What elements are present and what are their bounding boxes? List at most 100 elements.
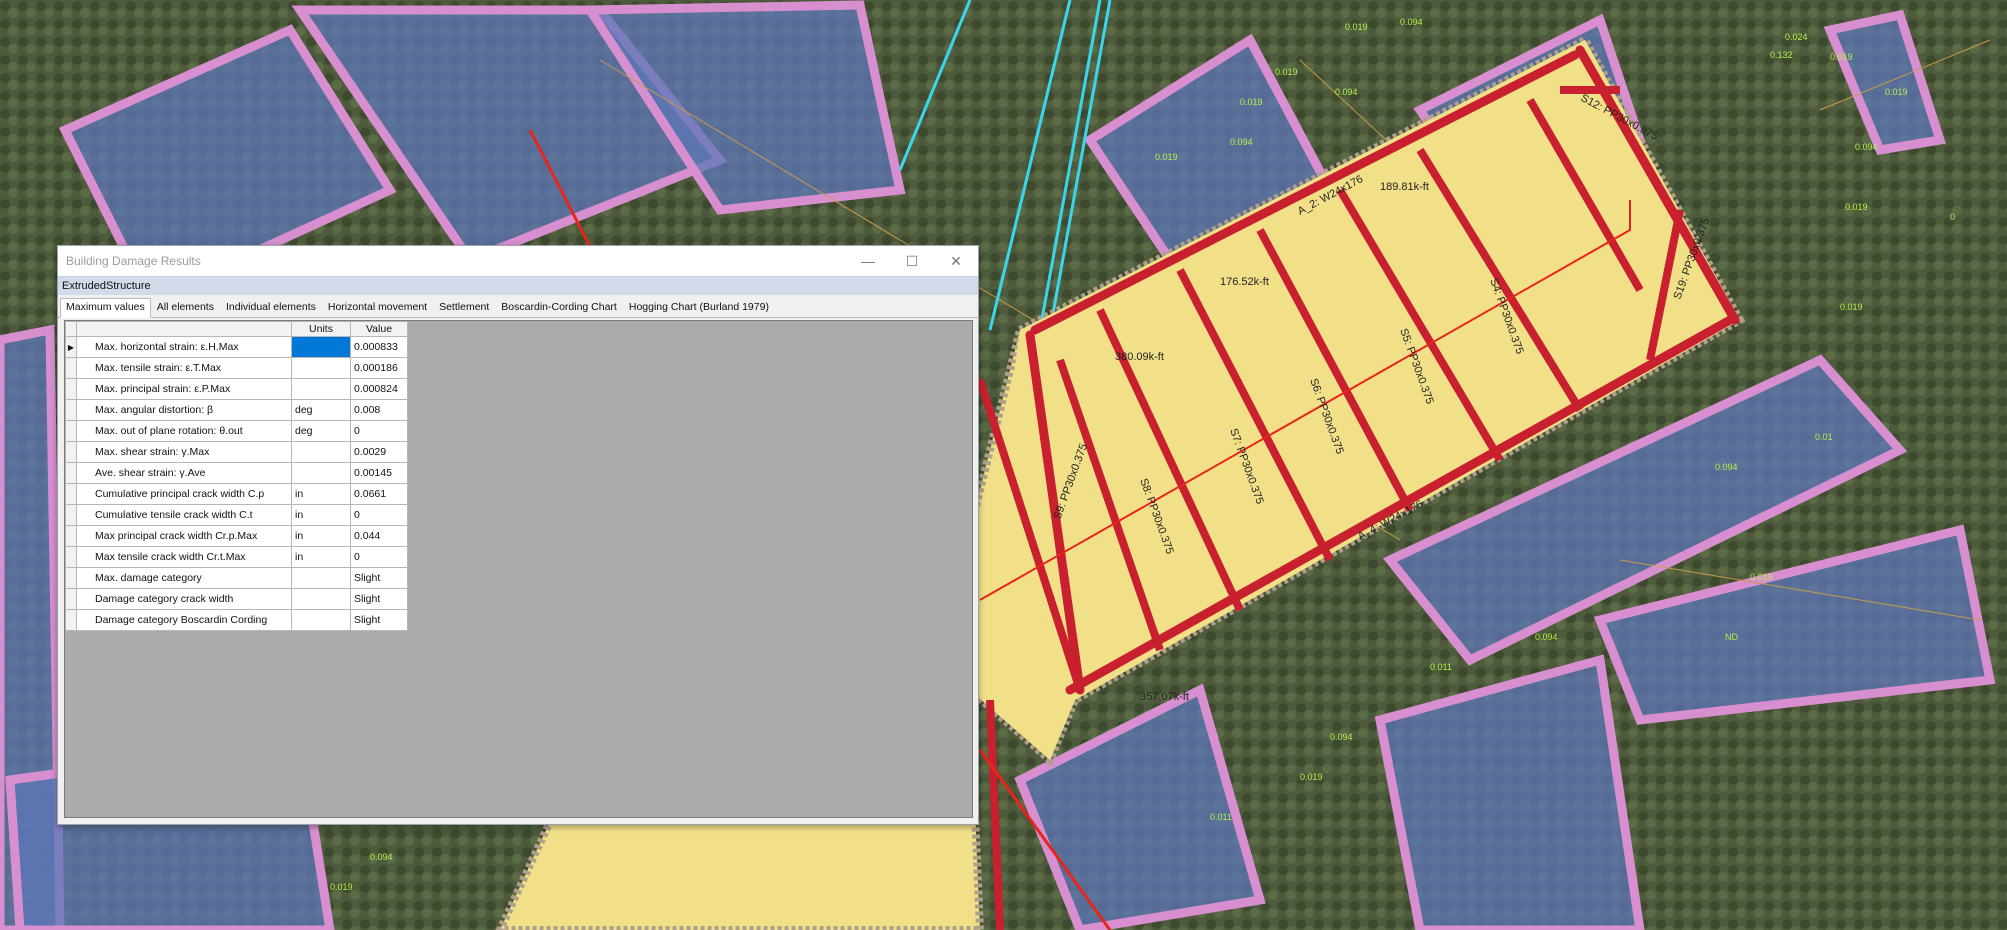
row-header[interactable] — [65, 441, 77, 463]
row-label: Max. tensile strain: ε.T.Max — [76, 357, 292, 379]
row-header[interactable] — [65, 420, 77, 442]
row-units[interactable] — [291, 378, 351, 400]
force-label: 176.52k-ft — [1220, 276, 1269, 288]
row-header[interactable] — [65, 462, 77, 484]
close-button[interactable]: ✕ — [934, 246, 978, 276]
row-value[interactable]: 0.000833 — [350, 336, 408, 358]
row-label: Max. principal strain: ε.P.Max — [76, 378, 292, 400]
value-column-header[interactable]: Value — [350, 321, 408, 337]
table-row[interactable]: Ave. shear strain: γ.Ave 0.00145 — [65, 462, 408, 484]
table-row[interactable]: Max. out of plane rotation: θ.out deg 0 — [65, 420, 408, 442]
row-units[interactable]: in — [291, 504, 351, 526]
row-value[interactable]: Slight — [350, 567, 408, 589]
tab-individual-elements[interactable]: Individual elements — [220, 298, 322, 317]
minimize-button[interactable]: — — [846, 246, 890, 276]
building-damage-results-window: Building Damage Results — ☐ ✕ ExtrudedSt… — [57, 245, 979, 825]
row-label: Max tensile crack width Cr.t.Max — [76, 546, 292, 568]
row-value[interactable]: 0.0661 — [350, 483, 408, 505]
table-row[interactable]: Max. tensile strain: ε.T.Max 0.000186 — [65, 357, 408, 379]
force-label: 380.09k-ft — [1115, 351, 1164, 363]
row-units[interactable] — [291, 357, 351, 379]
svg-text:0.094: 0.094 — [1400, 17, 1423, 27]
table-row[interactable]: Max tensile crack width Cr.t.Max in 0 — [65, 546, 408, 568]
table-row[interactable]: ▶ Max. horizontal strain: ε.H.Max 0.0008… — [65, 336, 408, 358]
tab-boscardin-cording-chart[interactable]: Boscardin-Cording Chart — [495, 298, 623, 317]
row-units[interactable]: deg — [291, 420, 351, 442]
row-value[interactable]: 0.000186 — [350, 357, 408, 379]
table-header-row: Units Value — [65, 321, 408, 337]
tab-horizontal-movement[interactable]: Horizontal movement — [322, 298, 433, 317]
row-units[interactable]: in — [291, 525, 351, 547]
row-units[interactable]: in — [291, 483, 351, 505]
row-value[interactable]: 0.00145 — [350, 462, 408, 484]
table-row[interactable]: Cumulative tensile crack width C.t in 0 — [65, 504, 408, 526]
row-units[interactable] — [291, 441, 351, 463]
row-label: Cumulative principal crack width C.p — [76, 483, 292, 505]
force-label: 189.81k-ft — [1380, 181, 1429, 193]
row-value[interactable]: Slight — [350, 588, 408, 610]
row-value[interactable]: 0.008 — [350, 399, 408, 421]
row-value[interactable]: Slight — [350, 609, 408, 631]
current-row-indicator[interactable]: ▶ — [65, 336, 77, 358]
row-label: Damage category Boscardin Cording — [76, 609, 292, 631]
tab-all-elements[interactable]: All elements — [151, 298, 220, 317]
table-row[interactable]: Damage category Boscardin Cording Slight — [65, 609, 408, 631]
row-label: Ave. shear strain: γ.Ave — [76, 462, 292, 484]
row-value[interactable]: 0.044 — [350, 525, 408, 547]
row-value[interactable]: 0 — [350, 504, 408, 526]
results-grid-area: Units Value ▶ Max. horizontal strain: ε.… — [64, 320, 973, 818]
svg-text:0.019: 0.019 — [1345, 22, 1368, 32]
row-units[interactable]: deg — [291, 399, 351, 421]
row-header[interactable] — [65, 567, 77, 589]
svg-text:0.024: 0.024 — [1785, 32, 1808, 42]
table-row[interactable]: Max. principal strain: ε.P.Max 0.000824 — [65, 378, 408, 400]
row-header-corner — [65, 321, 77, 337]
row-label: Max. out of plane rotation: θ.out — [76, 420, 292, 442]
svg-text:0.019: 0.019 — [1155, 152, 1178, 162]
table-row[interactable]: Max. damage category Slight — [65, 567, 408, 589]
table-row[interactable]: Cumulative principal crack width C.p in … — [65, 483, 408, 505]
window-titlebar[interactable]: Building Damage Results — ☐ ✕ — [58, 246, 978, 276]
row-header[interactable] — [65, 504, 77, 526]
row-header[interactable] — [65, 483, 77, 505]
svg-text:0.019: 0.019 — [1840, 302, 1863, 312]
row-value[interactable]: 0.000824 — [350, 378, 408, 400]
row-units[interactable]: in — [291, 546, 351, 568]
row-value[interactable]: 0 — [350, 420, 408, 442]
row-header[interactable] — [65, 609, 77, 631]
row-header[interactable] — [65, 399, 77, 421]
row-label: Damage category crack width — [76, 588, 292, 610]
tab-hogging-chart[interactable]: Hogging Chart (Burland 1979) — [623, 298, 775, 317]
row-header[interactable] — [65, 588, 77, 610]
tab-maximum-values[interactable]: Maximum values — [60, 298, 151, 318]
svg-text:0.019: 0.019 — [1750, 572, 1773, 582]
row-units[interactable] — [291, 336, 351, 358]
units-column-header[interactable]: Units — [291, 321, 351, 337]
table-row[interactable]: Damage category crack width Slight — [65, 588, 408, 610]
svg-text:0.019: 0.019 — [1830, 52, 1853, 62]
maximize-button[interactable]: ☐ — [890, 246, 934, 276]
row-header[interactable] — [65, 378, 77, 400]
row-units[interactable] — [291, 588, 351, 610]
table-row[interactable]: Max. shear strain: γ.Max 0.0029 — [65, 441, 408, 463]
row-units[interactable] — [291, 462, 351, 484]
svg-text:0.094: 0.094 — [1715, 462, 1738, 472]
row-header[interactable] — [65, 546, 77, 568]
svg-text:0.132: 0.132 — [1770, 50, 1793, 60]
svg-text:0.094: 0.094 — [1335, 87, 1358, 97]
row-value[interactable]: 0 — [350, 546, 408, 568]
row-header[interactable] — [65, 525, 77, 547]
svg-text:0.01: 0.01 — [1815, 432, 1833, 442]
row-header[interactable] — [65, 357, 77, 379]
table-row[interactable]: Max principal crack width Cr.p.Max in 0.… — [65, 525, 408, 547]
table-row[interactable]: Max. angular distortion: β deg 0.008 — [65, 399, 408, 421]
window-controls: — ☐ ✕ — [846, 246, 978, 276]
maximum-values-table: Units Value ▶ Max. horizontal strain: ε.… — [65, 321, 408, 631]
row-value[interactable]: 0.0029 — [350, 441, 408, 463]
row-units[interactable] — [291, 567, 351, 589]
structure-name: ExtrudedStructure — [58, 276, 978, 295]
label-column-header — [76, 321, 292, 337]
tab-settlement[interactable]: Settlement — [433, 298, 495, 317]
svg-text:0.019: 0.019 — [330, 882, 353, 892]
row-units[interactable] — [291, 609, 351, 631]
